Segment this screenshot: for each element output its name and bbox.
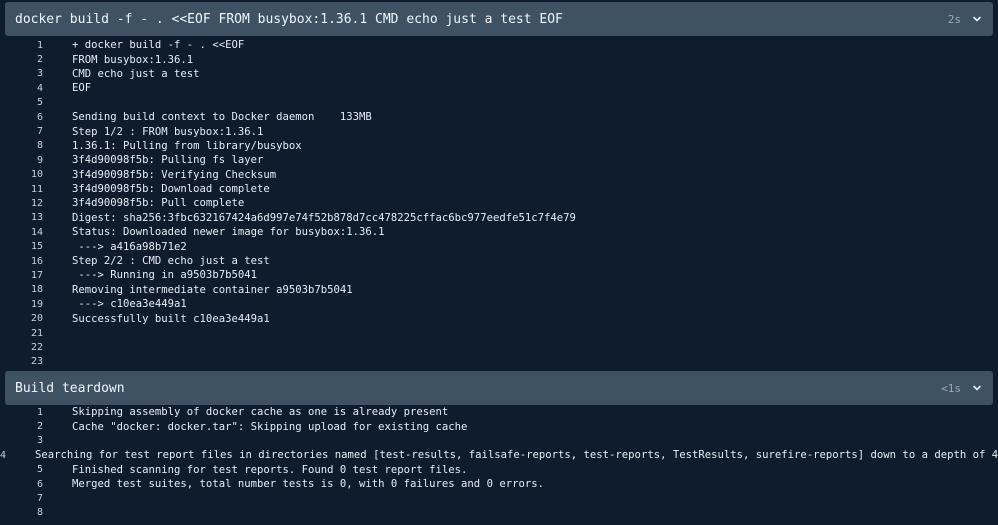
line-text: ---> Running in a9503b7b5041 (72, 269, 257, 282)
line-number[interactable]: 2 (0, 421, 43, 432)
log-line: 23 (0, 355, 998, 369)
line-text: Status: Downloaded newer image for busyb… (72, 226, 385, 239)
line-number[interactable]: 10 (0, 169, 43, 180)
line-number[interactable]: 17 (0, 270, 43, 281)
teardown-step-duration: <1s (941, 381, 961, 395)
teardown-step-title: Build teardown (15, 380, 125, 396)
line-number[interactable]: 4 (0, 83, 43, 94)
log-line: 9 3f4d90098f5b: Pulling fs layer (0, 153, 998, 167)
line-number[interactable]: 1 (0, 407, 43, 418)
line-number[interactable]: 9 (0, 155, 43, 166)
line-text: Step 1/2 : FROM busybox:1.36.1 (72, 125, 264, 138)
line-number[interactable]: 7 (0, 493, 43, 504)
line-text: Removing intermediate container a9503b7b… (72, 283, 353, 296)
build-step-title: docker build -f - . <<EOF FROM busybox:1… (15, 11, 563, 27)
line-text: Successfully built c10ea3e449a1 (72, 312, 270, 325)
line-text: CMD echo just a test (72, 67, 200, 80)
log-line: 8 (0, 506, 998, 520)
line-number[interactable]: 20 (0, 313, 43, 324)
log-line: 3 CMD echo just a test (0, 67, 998, 81)
line-number[interactable]: 11 (0, 184, 43, 195)
line-text: 1.36.1: Pulling from library/busybox (72, 139, 302, 152)
line-number[interactable]: 8 (0, 140, 43, 151)
line-number[interactable]: 23 (0, 356, 43, 367)
line-text: Sending build context to Docker daemon 1… (72, 111, 372, 124)
line-text: 3f4d90098f5b: Pull complete (72, 197, 245, 210)
log-line: 12 3f4d90098f5b: Pull complete (0, 196, 998, 210)
line-text: ---> c10ea3e449a1 (72, 298, 187, 311)
log-line: 11 3f4d90098f5b: Download complete (0, 182, 998, 196)
line-number[interactable]: 3 (0, 435, 43, 446)
log-line: 4 EOF (0, 81, 998, 95)
log-line: 6 Sending build context to Docker daemon … (0, 110, 998, 124)
line-number[interactable]: 22 (0, 342, 43, 353)
line-text: Cache "docker: docker.tar": Skipping upl… (72, 420, 468, 433)
line-number[interactable]: 7 (0, 126, 43, 137)
log-line: 18 Removing intermediate container a9503b… (0, 283, 998, 297)
log-line: 21 (0, 326, 998, 340)
build-step-duration: 2s (947, 12, 961, 26)
log-line: 3 (0, 434, 998, 448)
line-text: Finished scanning for test reports. Foun… (72, 463, 468, 476)
log-line: 5 (0, 96, 998, 110)
log-line: 7 Step 1/2 : FROM busybox:1.36.1 (0, 124, 998, 138)
line-number[interactable]: 14 (0, 227, 43, 238)
log-line: 8 1.36.1: Pulling from library/busybox (0, 139, 998, 153)
chevron-down-icon[interactable] (971, 13, 983, 25)
teardown-step-header[interactable]: Build teardown <1s (5, 371, 993, 405)
build-step-header[interactable]: docker build -f - . <<EOF FROM busybox:1… (5, 2, 993, 36)
line-text: ---> a416a98b71e2 (72, 240, 187, 253)
log-line: 1 + docker build -f - . <<EOF (0, 38, 998, 52)
line-number[interactable]: 12 (0, 198, 43, 209)
log-line: 22 (0, 340, 998, 354)
log-line: 4 Searching for test report files in dire… (0, 448, 998, 462)
log-line: 5 Finished scanning for test reports. Fou… (0, 463, 998, 477)
log-line: 2 FROM busybox:1.36.1 (0, 52, 998, 66)
build-step-log: 1 + docker build -f - . <<EOF 2 FROM busybo… (0, 38, 998, 369)
teardown-step-log: 1 Skipping assembly of docker cache as on… (0, 405, 998, 520)
line-number[interactable]: 1 (0, 40, 43, 51)
line-text: FROM busybox:1.36.1 (72, 53, 194, 66)
log-lines-teardown: 1 Skipping assembly of docker cache as on… (0, 405, 998, 520)
line-number[interactable]: 6 (0, 479, 43, 490)
line-text: 3f4d90098f5b: Pulling fs layer (72, 154, 264, 167)
line-number[interactable]: 3 (0, 68, 43, 79)
log-line: 13 Digest: sha256:3fbc632167424a6d997e74f… (0, 211, 998, 225)
line-text: Searching for test report files in direc… (35, 449, 998, 462)
line-number[interactable]: 8 (0, 507, 43, 518)
log-line: 20 Successfully built c10ea3e449a1 (0, 311, 998, 325)
log-line: 7 (0, 491, 998, 505)
line-number[interactable]: 16 (0, 256, 43, 267)
log-line: 2 Cache "docker: docker.tar": Skipping up… (0, 419, 998, 433)
line-text: EOF (72, 82, 92, 95)
line-number[interactable]: 5 (0, 97, 43, 108)
line-text: Digest: sha256:3fbc632167424a6d997e74f52… (72, 211, 576, 224)
line-number[interactable]: 5 (0, 464, 43, 475)
chevron-down-icon[interactable] (971, 382, 983, 394)
line-text: + docker build -f - . <<EOF (72, 39, 245, 52)
log-line: 1 Skipping assembly of docker cache as on… (0, 405, 998, 419)
line-text: Skipping assembly of docker cache as one… (72, 406, 449, 419)
log-line: 6 Merged test suites, total number tests … (0, 477, 998, 491)
log-line: 16 Step 2/2 : CMD echo just a test (0, 254, 998, 268)
log-line: 19 ---> c10ea3e449a1 (0, 297, 998, 311)
log-lines-build: 1 + docker build -f - . <<EOF 2 FROM busybo… (0, 38, 998, 369)
line-text: Step 2/2 : CMD echo just a test (72, 255, 270, 268)
line-number[interactable]: 18 (0, 284, 43, 295)
line-text: Merged test suites, total number tests i… (72, 478, 544, 491)
log-line: 15 ---> a416a98b71e2 (0, 239, 998, 253)
line-number[interactable]: 13 (0, 212, 43, 223)
line-number[interactable]: 15 (0, 241, 43, 252)
line-number[interactable]: 2 (0, 54, 43, 65)
line-text: 3f4d90098f5b: Verifying Checksum (72, 168, 277, 181)
log-line: 10 3f4d90098f5b: Verifying Checksum (0, 168, 998, 182)
line-number[interactable]: 6 (0, 112, 43, 123)
line-text: 3f4d90098f5b: Download complete (72, 183, 270, 196)
log-line: 17 ---> Running in a9503b7b5041 (0, 268, 998, 282)
log-line: 14 Status: Downloaded newer image for bus… (0, 225, 998, 239)
line-number[interactable]: 21 (0, 328, 43, 339)
line-number[interactable]: 19 (0, 299, 43, 310)
